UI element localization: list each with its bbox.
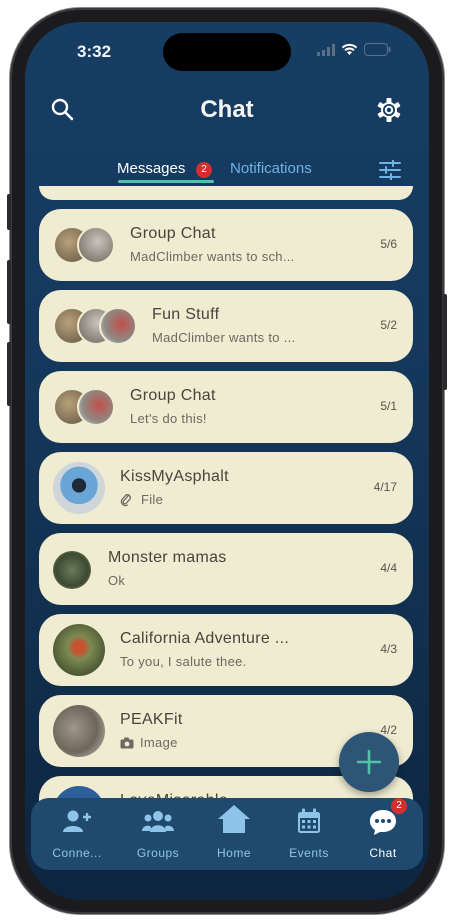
avatar	[53, 624, 105, 676]
conversation-date: 5/6	[380, 237, 397, 251]
conversation-item[interactable]: Group Chat Let's do this! 5/1	[39, 371, 413, 443]
status-time: 3:32	[77, 42, 112, 61]
tab-notifications[interactable]: Notifications	[230, 160, 312, 177]
wifi-icon	[341, 43, 358, 55]
nav-events[interactable]: Events	[271, 798, 347, 870]
conversation-preview: MadClimber wants to sch...	[130, 249, 295, 264]
conversation-item[interactable]: California Adventure ... To you, I salut…	[39, 614, 413, 686]
status-icons	[317, 43, 391, 56]
conversation-preview: File	[141, 492, 164, 507]
conversation-preview: MadClimber wants to ...	[152, 330, 296, 345]
tab-messages-label: Messages	[117, 160, 186, 177]
avatar	[77, 388, 115, 426]
conversation-item[interactable]: Fun Stuff MadClimber wants to ... 5/2	[39, 290, 413, 362]
nav-connections[interactable]: Conne...	[39, 798, 115, 870]
conversation-name: Fun Stuff	[152, 306, 220, 323]
battery-icon	[364, 43, 391, 56]
conversation-name: California Adventure ...	[120, 630, 290, 647]
nav-groups[interactable]: Groups	[120, 798, 196, 870]
nav-label: Home	[216, 846, 251, 860]
conversation-item[interactable]: Monster mamas Ok 4/4	[39, 533, 413, 605]
nav-chat[interactable]: 2 Chat	[345, 798, 421, 870]
calendar-icon	[298, 808, 320, 833]
dynamic-island	[163, 33, 291, 71]
connections-icon	[63, 810, 91, 832]
chat-badge: 2	[391, 798, 407, 814]
conversation-preview: To you, I salute thee.	[120, 654, 247, 669]
page-title: Chat	[200, 96, 254, 123]
avatar	[53, 462, 105, 514]
conversation-name: Group Chat	[130, 225, 216, 242]
signal-icon	[317, 43, 335, 56]
conversation-name: Group Chat	[130, 387, 216, 404]
conversation-preview: Image	[140, 735, 178, 750]
action-button	[7, 194, 11, 230]
avatar	[53, 705, 105, 757]
nav-label: Groups	[136, 846, 180, 860]
camera-icon	[120, 737, 134, 749]
nav-label: Conne...	[52, 846, 102, 860]
nav-home[interactable]: Home	[196, 798, 272, 870]
list-item[interactable]	[39, 186, 413, 200]
nav-label: Events	[289, 846, 329, 860]
tab-messages[interactable]: Messages	[117, 160, 185, 177]
nav-label: Chat	[369, 846, 397, 860]
avatar	[77, 226, 115, 264]
conversation-date: 4/3	[380, 642, 397, 656]
conversation-name: KissMyAsphalt	[120, 468, 229, 485]
conversation-name: PEAKFit	[120, 711, 183, 728]
avatar	[53, 551, 91, 589]
conversation-date: 4/17	[373, 480, 397, 494]
messages-badge: 2	[196, 162, 212, 178]
plus-icon	[356, 749, 382, 775]
conversation-preview: Let's do this!	[130, 411, 207, 426]
conversation-date: 5/1	[380, 399, 397, 413]
gear-icon[interactable]	[375, 96, 403, 124]
power-button	[443, 294, 447, 390]
active-tab-indicator	[118, 180, 214, 183]
groups-icon	[142, 811, 174, 832]
bottom-nav: Conne... Groups Home Events 2 Chat	[31, 798, 423, 870]
conversation-item[interactable]: KissMyAsphalt File 4/17	[39, 452, 413, 524]
volume-up-button	[7, 260, 11, 324]
conversation-name: Monster mamas	[108, 549, 227, 566]
conversation-date: 4/4	[380, 561, 397, 575]
conversation-item[interactable]: Group Chat MadClimber wants to sch... 5/…	[39, 209, 413, 281]
conversation-preview: Ok	[108, 573, 126, 588]
conversation-date: 5/2	[380, 318, 397, 332]
app-screen: 3:32 Chat Messages 2 Notifications Group…	[25, 22, 429, 900]
avatar	[99, 307, 137, 345]
paperclip-icon	[120, 494, 131, 507]
new-chat-button[interactable]	[339, 732, 399, 792]
volume-down-button	[7, 342, 11, 406]
filter-icon[interactable]	[379, 160, 401, 180]
tab-notifications-label: Notifications	[230, 160, 312, 177]
home-icon	[218, 805, 250, 833]
